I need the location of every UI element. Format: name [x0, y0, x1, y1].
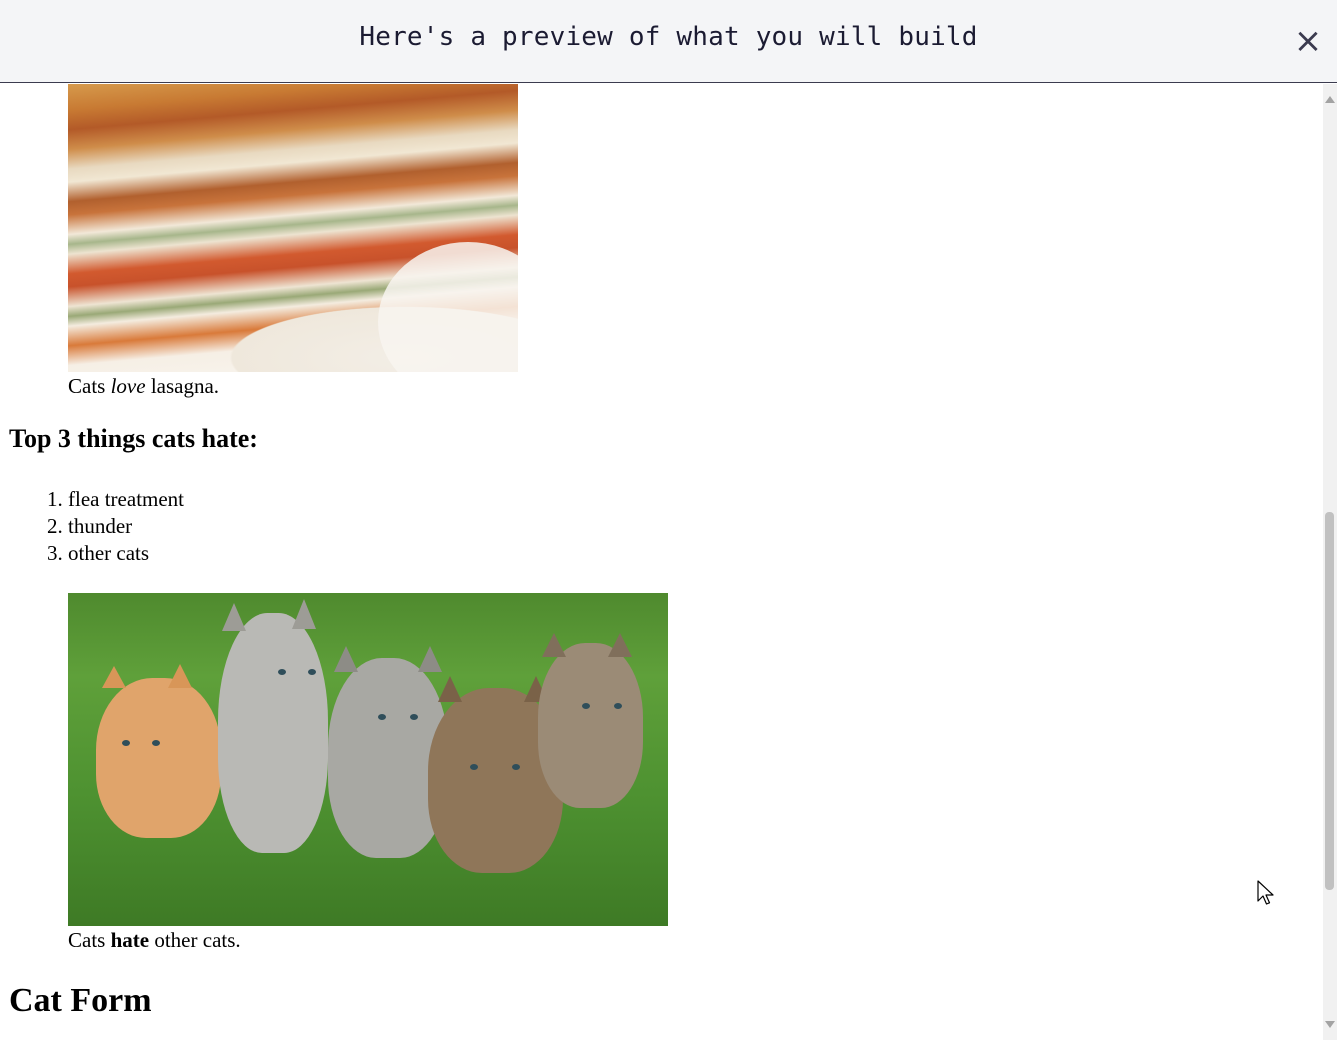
kittens-figure: Cats hate other cats.	[68, 593, 668, 953]
kittens-caption: Cats hate other cats.	[68, 927, 668, 953]
close-icon[interactable]: ×	[1293, 22, 1323, 60]
caption-text: lasagna.	[145, 374, 220, 398]
cat-form-heading: Cat Form	[9, 982, 152, 1019]
caption-emphasis: love	[110, 374, 146, 398]
scroll-down-arrow-icon[interactable]	[1325, 1021, 1335, 1028]
kittens-image	[68, 593, 668, 926]
preview-banner: Here's a preview of what you will build …	[0, 0, 1337, 83]
banner-title: Here's a preview of what you will build	[359, 22, 978, 52]
scroll-up-arrow-icon[interactable]	[1325, 96, 1335, 103]
list-item: flea treatment	[68, 486, 184, 513]
lasagna-image	[68, 84, 518, 372]
list-item: thunder	[68, 513, 184, 540]
kitten-shape	[538, 633, 643, 808]
lasagna-caption: Cats love lasagna.	[68, 373, 518, 399]
kitten-shape	[218, 599, 328, 853]
kitten-shape	[96, 664, 221, 838]
caption-text: Cats	[68, 928, 111, 952]
scrollbar-thumb[interactable]	[1325, 512, 1334, 890]
vertical-scrollbar[interactable]	[1323, 84, 1337, 1040]
lasagna-figure: Cats love lasagna.	[68, 84, 518, 399]
mouse-cursor-icon	[1257, 880, 1274, 905]
preview-viewport: Cats love lasagna. Top 3 things cats hat…	[0, 84, 1323, 1040]
caption-strong: hate	[110, 928, 150, 952]
cats-hate-heading: Top 3 things cats hate:	[9, 424, 258, 453]
caption-text: Cats	[68, 374, 111, 398]
caption-text: other cats.	[149, 928, 241, 952]
list-item: other cats	[68, 540, 184, 567]
cats-hate-list: flea treatment thunder other cats	[0, 486, 184, 567]
